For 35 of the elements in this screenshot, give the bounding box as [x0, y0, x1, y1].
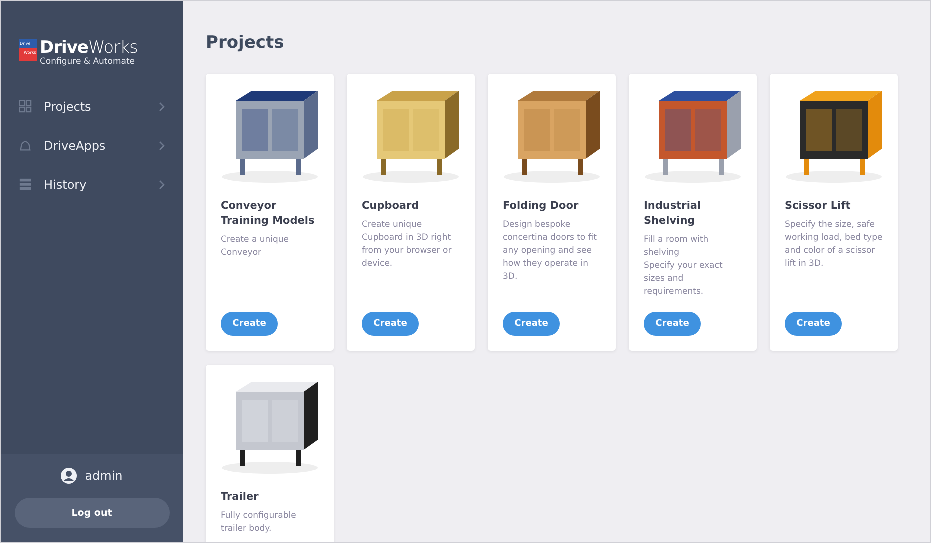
sidebar-item-label: Projects [44, 100, 92, 114]
user-name: admin [85, 469, 123, 483]
list-icon [19, 178, 32, 191]
project-description: Design bespoke concertina doors to fit any opening and see how they operate in 3D. [503, 219, 598, 284]
project-description: Create a unique Conveyor [221, 234, 290, 260]
chevron-icon [159, 140, 165, 150]
project-title: Conveyor Training Models [221, 199, 316, 229]
project-description: Create unique Cupboard in 3D right from your browser or device. [362, 219, 453, 271]
create-button[interactable]: Create [785, 312, 842, 336]
project-title: Cupboard [362, 199, 420, 214]
project-description: Specify the size, safe working load, bed type and color of a scissor lift in 3D. [785, 219, 883, 271]
create-button[interactable]: Create [221, 312, 278, 336]
chevron-icon [159, 102, 165, 112]
sidebar-item[interactable]: DriveApps [1, 126, 183, 165]
create-button[interactable]: Create [644, 312, 701, 336]
project-title: Scissor Lift [785, 199, 852, 214]
bell-icon [19, 139, 32, 152]
logo-tagline: Configure & Automate [40, 57, 136, 67]
chevron-icon [159, 180, 165, 190]
logout-button[interactable]: Log out [14, 498, 170, 528]
sidebar-item-label: DriveApps [44, 138, 107, 152]
create-button[interactable]: Create [362, 312, 419, 336]
project-title: Trailer [221, 490, 260, 505]
create-button[interactable]: Create [503, 312, 560, 336]
project-title: Folding Door [503, 199, 580, 214]
user-icon [61, 468, 78, 484]
sidebar-item[interactable]: Projects [1, 87, 183, 126]
logo-name: DriveWorks [40, 39, 138, 57]
sidebar-item[interactable]: History [1, 165, 183, 204]
project-description: Fill a room with shelving Specify your exact sizes and requirements. [644, 234, 724, 299]
project-description: Fully configurable trailer body. [221, 510, 298, 536]
project-title: Industrial Shelving [644, 199, 702, 229]
sidebar-item-label: History [44, 178, 88, 192]
page-title: Projects [206, 33, 286, 53]
grid-icon [19, 100, 32, 113]
